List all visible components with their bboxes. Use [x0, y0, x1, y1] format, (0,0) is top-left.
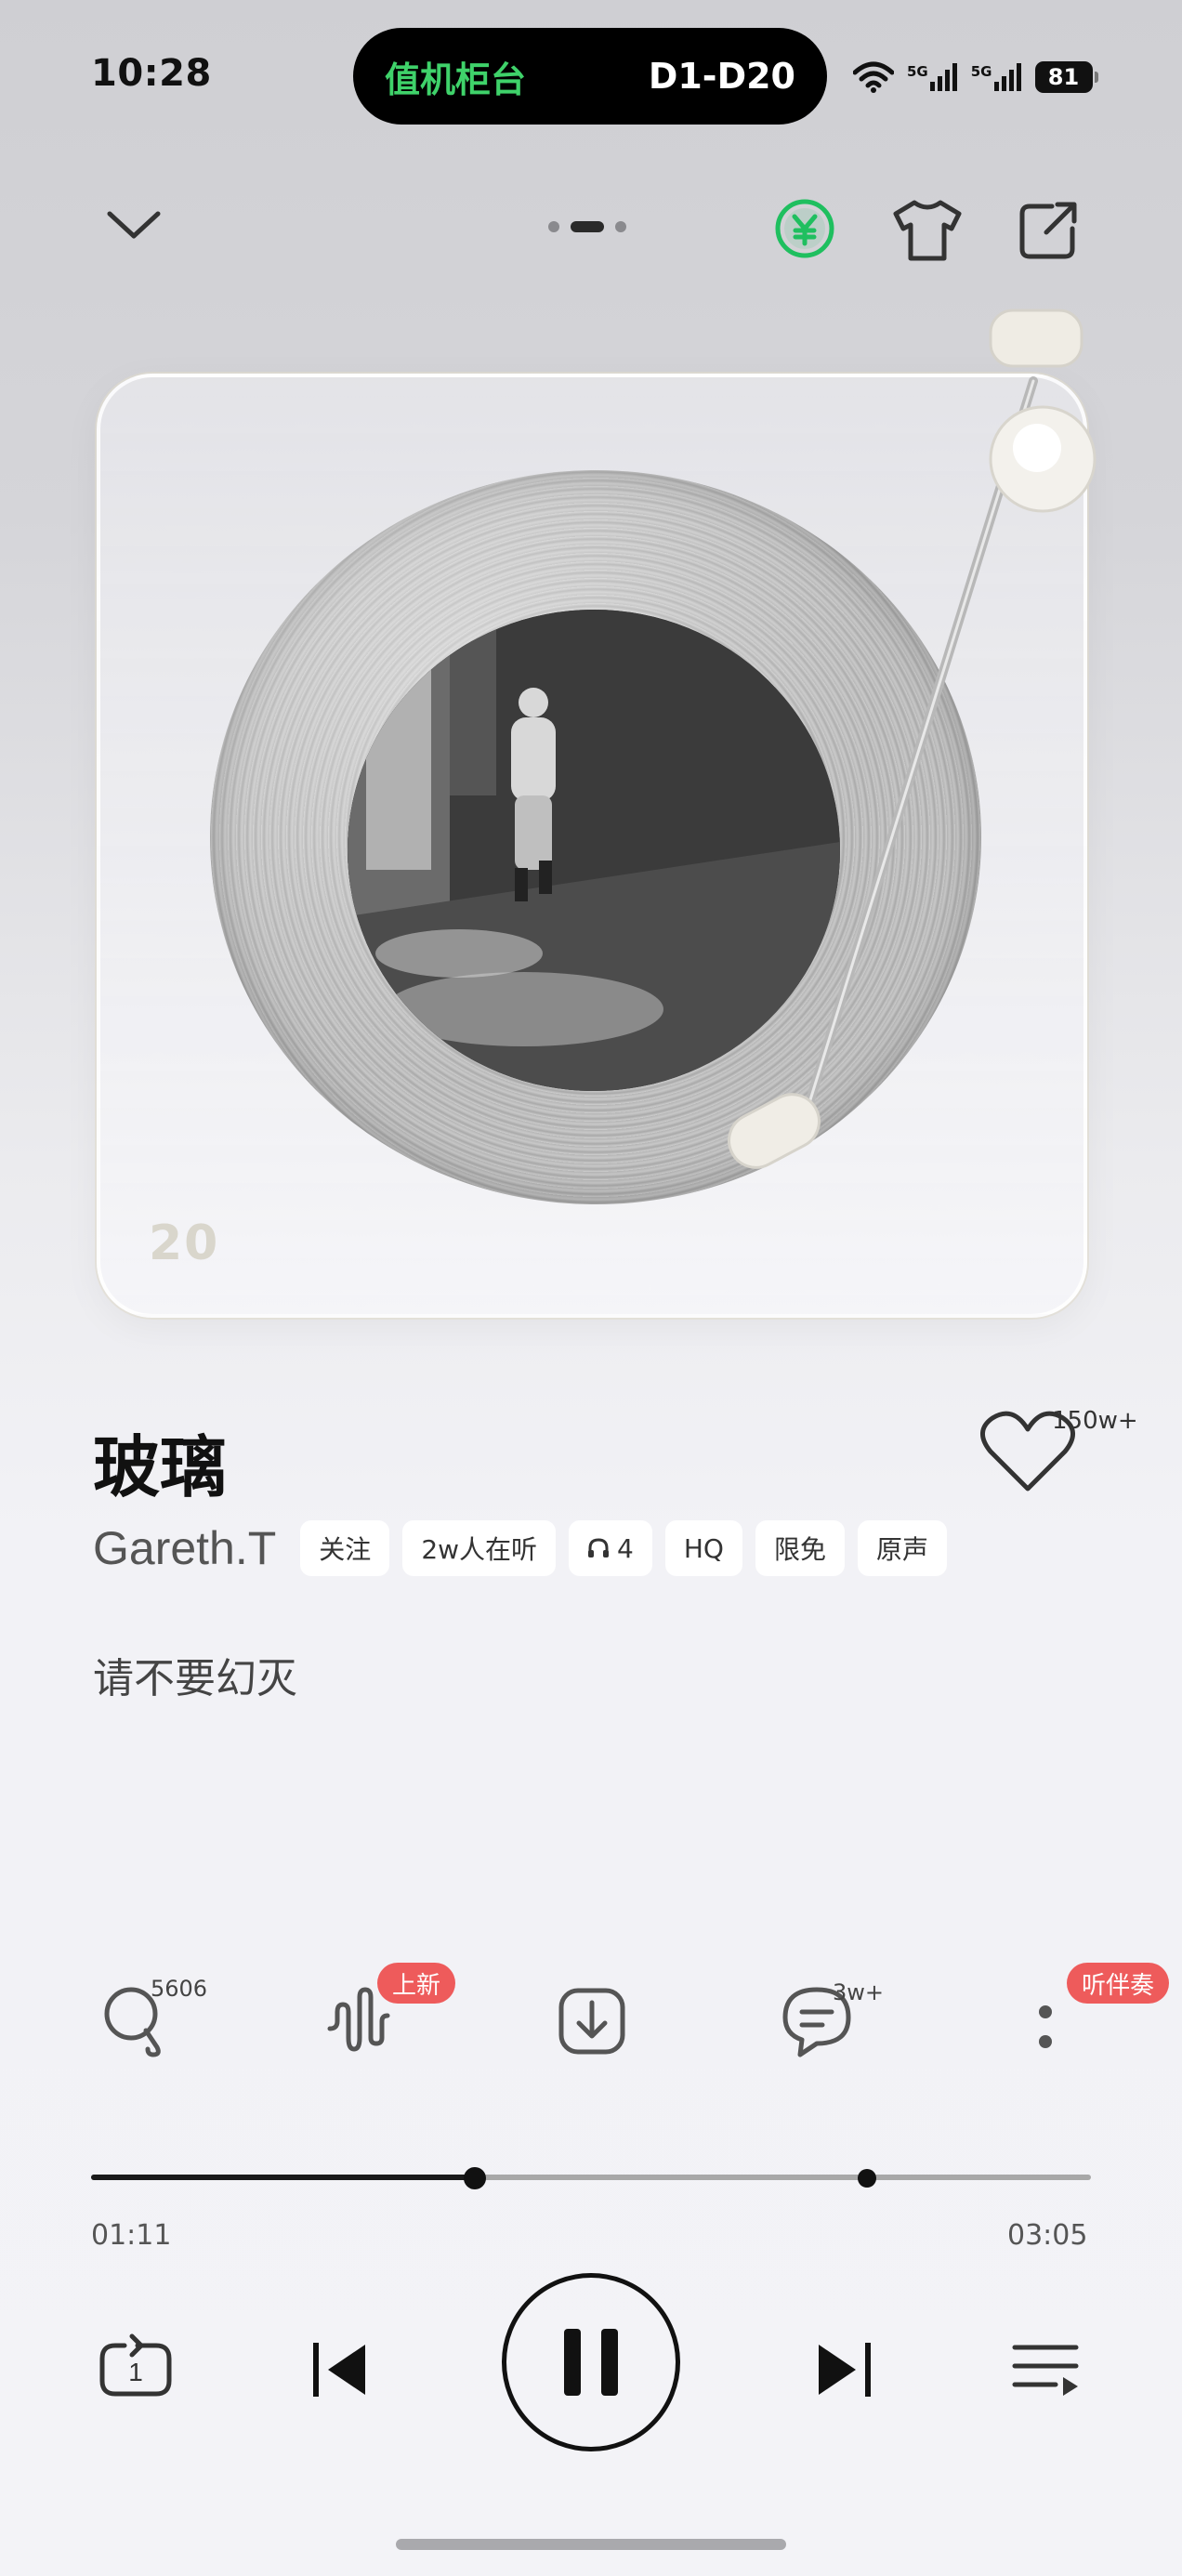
- current-lyric[interactable]: 请不要幻灭: [93, 1645, 297, 1704]
- share-icon[interactable]: [1015, 197, 1082, 264]
- skip-previous-icon: [313, 2343, 365, 2397]
- free-tag[interactable]: 限免: [755, 1520, 845, 1576]
- pause-icon: [564, 2329, 618, 2396]
- dynamic-island[interactable]: 值机柜台 D1-D20: [353, 28, 827, 125]
- repeat-count: 1: [128, 2358, 143, 2386]
- artist-row: Gareth.T 关注 2w人在听 4 HQ 限免 原声: [93, 1520, 947, 1576]
- page-dot: [548, 221, 559, 232]
- page-dot: [615, 221, 626, 232]
- collapse-chevron-down-icon[interactable]: [104, 204, 164, 245]
- playlist-button[interactable]: [1000, 2323, 1093, 2416]
- network-label-1: 5G: [907, 63, 928, 80]
- previous-track-button[interactable]: [294, 2323, 387, 2416]
- song-title: 玻璃: [93, 1428, 228, 1506]
- total-time: 03:05: [1007, 2219, 1088, 2252]
- listeners-tag[interactable]: 2w人在听: [402, 1520, 557, 1576]
- progress-fill: [91, 2175, 476, 2180]
- headphones-count: 4: [617, 1532, 634, 1564]
- wifi-icon: [853, 61, 894, 93]
- next-track-button[interactable]: [797, 2323, 890, 2416]
- status-time: 10:28: [91, 52, 212, 95]
- page-indicator: [548, 221, 626, 232]
- cellular-signal-2: 5G: [971, 63, 1022, 91]
- headphones-tag[interactable]: 4: [569, 1520, 652, 1576]
- accompaniment-badge[interactable]: 听伴奏: [1067, 1963, 1170, 2004]
- island-left-text: 值机柜台: [385, 59, 527, 100]
- pause-button[interactable]: [502, 2273, 680, 2451]
- repeat-one-button[interactable]: 1: [89, 2323, 182, 2416]
- brand-watermark: 20: [149, 1216, 220, 1271]
- hq-tag[interactable]: HQ: [664, 1520, 742, 1576]
- current-time: 01:11: [91, 2219, 172, 2252]
- theme-shirt-icon[interactable]: [890, 197, 965, 264]
- comment-count: 3w+: [833, 1979, 885, 2005]
- original-tag[interactable]: 原声: [857, 1520, 947, 1576]
- progress-thumb[interactable]: [464, 2167, 487, 2189]
- skip-next-icon: [819, 2343, 871, 2397]
- cellular-signal-1: 5G: [907, 63, 958, 91]
- more-vertical-icon: [1039, 2005, 1052, 2048]
- playlist-icon: [1012, 2345, 1079, 2396]
- new-badge: 上新: [377, 1963, 456, 2004]
- battery-indicator: 81: [1034, 61, 1098, 93]
- artist-name[interactable]: Gareth.T: [93, 1521, 276, 1575]
- yen-vip-icon[interactable]: [773, 197, 836, 260]
- search-count: 5606: [151, 1976, 208, 2002]
- highlight-marker[interactable]: [857, 2169, 876, 2188]
- repeat-one-icon: 1: [99, 2333, 172, 2397]
- download-button[interactable]: [550, 1979, 634, 2063]
- page-dot-active: [571, 221, 604, 232]
- network-label-2: 5G: [970, 63, 992, 80]
- tonearm: [728, 309, 1097, 1169]
- island-right-text: D1-D20: [648, 56, 795, 97]
- signal-bars-icon: [929, 63, 957, 91]
- status-icons: 5G 5G 81: [853, 54, 1098, 100]
- headphones-icon: [588, 1538, 610, 1557]
- follow-tag[interactable]: 关注: [300, 1520, 390, 1576]
- signal-bars-icon: [993, 63, 1021, 91]
- download-icon: [558, 1988, 625, 2055]
- home-indicator[interactable]: [396, 2539, 786, 2550]
- like-count: 150w+: [1052, 1407, 1138, 1435]
